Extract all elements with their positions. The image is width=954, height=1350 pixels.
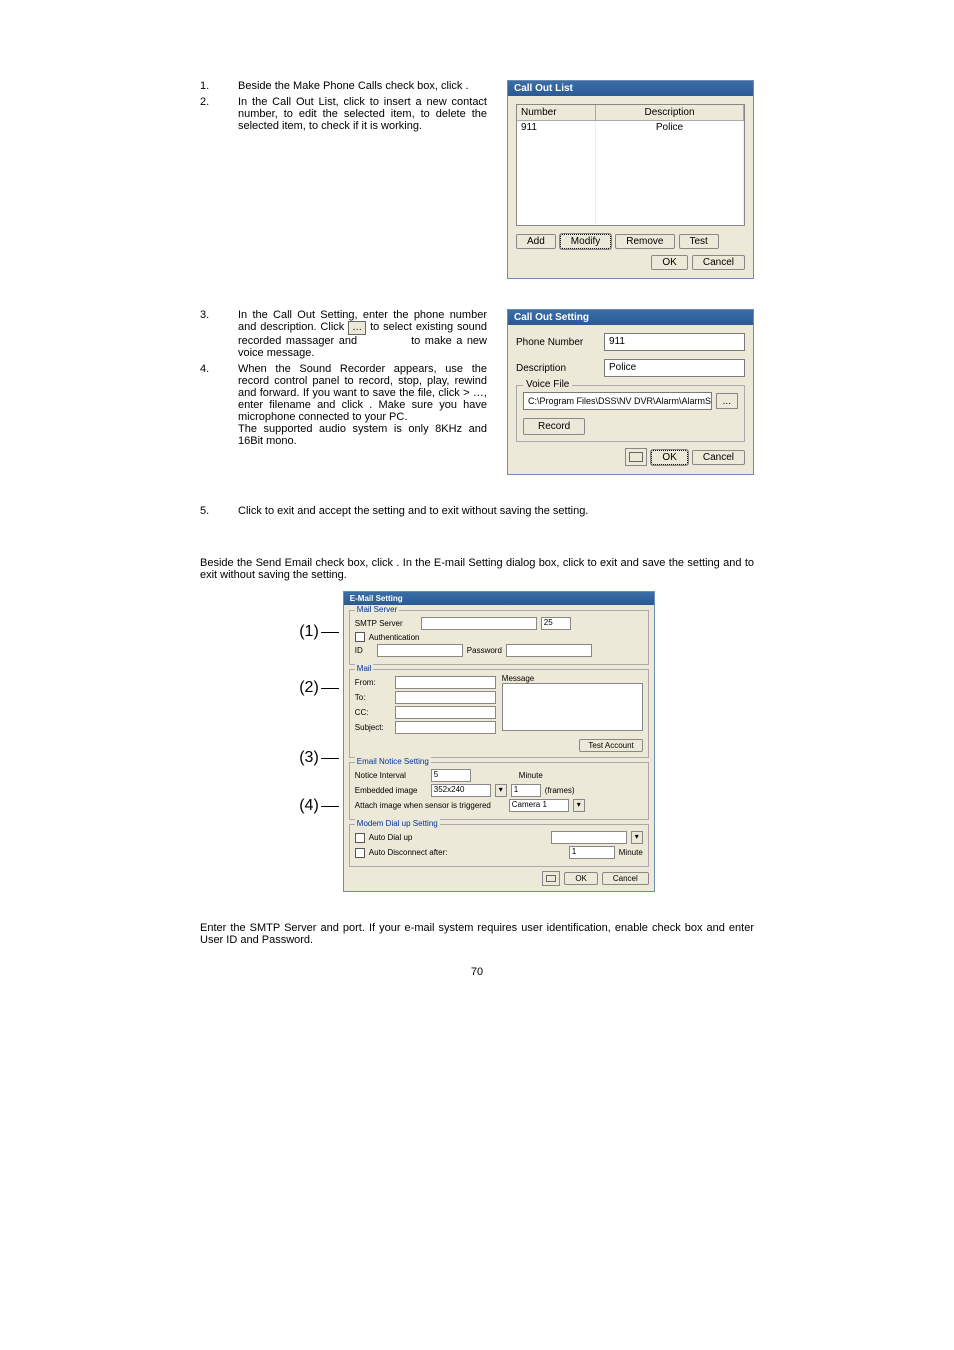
col-number-header: Number: [517, 105, 596, 120]
step-number: 2.: [200, 96, 238, 132]
phone-number-label: Phone Number: [516, 337, 596, 348]
modem-dialup-group: Modem Dial up Setting: [355, 819, 440, 828]
cancel-button[interactable]: Cancel: [692, 450, 745, 465]
from-label: From:: [355, 678, 391, 687]
to-label: To:: [355, 693, 391, 702]
attach-image-label: Attach image when sensor is triggered: [355, 801, 505, 810]
chevron-down-icon[interactable]: ▾: [495, 784, 507, 797]
step-number: 4.: [200, 363, 238, 447]
description-label: Description: [516, 363, 596, 374]
auto-disconnect-label: Auto Disconnect after:: [369, 848, 448, 857]
test-button[interactable]: Test: [679, 234, 719, 249]
callout-1: (1): [299, 623, 319, 641]
email-notice-group: Email Notice Setting: [355, 757, 431, 766]
subject-input[interactable]: [395, 721, 496, 734]
callout-4: (4): [299, 797, 319, 815]
page-number: 70: [200, 966, 754, 978]
disconnect-minute-label: Minute: [619, 848, 643, 857]
col-description-header: Description: [596, 105, 744, 120]
description-input[interactable]: Police: [604, 359, 745, 377]
password-input[interactable]: [506, 644, 592, 657]
dialog-title: Call Out Setting: [508, 310, 753, 325]
step-text: When the Sound Recorder appears, use the…: [238, 363, 487, 447]
chevron-down-icon[interactable]: ▾: [573, 799, 585, 812]
voice-file-group: Voice File: [523, 379, 572, 390]
step-text: In the Call Out List, click to insert a …: [238, 96, 487, 132]
message-input[interactable]: [502, 683, 643, 731]
keyboard-icon[interactable]: [542, 871, 560, 886]
frames-input[interactable]: 1: [511, 784, 541, 797]
auth-checkbox[interactable]: [355, 632, 365, 642]
to-input[interactable]: [395, 691, 496, 704]
modify-button[interactable]: Modify: [560, 234, 611, 249]
chevron-down-icon[interactable]: ▾: [631, 831, 643, 844]
step-text: Click to exit and accept the setting and…: [238, 505, 754, 517]
browse-icon: …: [348, 321, 366, 335]
step-number: 5.: [200, 505, 238, 517]
remove-button[interactable]: Remove: [615, 234, 674, 249]
subject-label: Subject:: [355, 723, 391, 732]
cc-label: CC:: [355, 708, 391, 717]
from-input[interactable]: [395, 676, 496, 689]
email-paragraph: Beside the Send Email check box, click .…: [200, 557, 754, 581]
cancel-button[interactable]: Cancel: [692, 255, 745, 270]
dialup-select[interactable]: [551, 831, 627, 844]
call-out-list-dialog: Call Out List Number Description 911 Pol…: [507, 80, 754, 279]
step-text: In the Call Out Setting, enter the phone…: [238, 309, 487, 359]
phone-number-input[interactable]: 911: [604, 333, 745, 351]
voice-file-path[interactable]: C:\Program Files\DSS\NV DVR\Alarm\AlarmS: [523, 392, 712, 410]
ok-button[interactable]: OK: [651, 450, 687, 465]
auto-dialup-label: Auto Dial up: [369, 833, 413, 842]
notice-interval-input[interactable]: 5: [431, 769, 471, 782]
smtp-label: SMTP Server: [355, 619, 417, 628]
record-button[interactable]: Record: [523, 418, 585, 435]
dialog-title: Call Out List: [508, 81, 753, 96]
smtp-input[interactable]: [421, 617, 537, 630]
browse-button[interactable]: ...: [716, 393, 738, 409]
bottom-paragraph: Enter the SMTP Server and port. If your …: [200, 922, 754, 946]
cancel-button[interactable]: Cancel: [602, 872, 649, 885]
call-out-setting-dialog: Call Out Setting Phone Number 911 Descri…: [507, 309, 754, 475]
cell-number: 911: [517, 121, 596, 134]
callout-2: (2): [299, 679, 319, 697]
disconnect-input[interactable]: 1: [569, 846, 615, 859]
keyboard-icon[interactable]: [625, 448, 647, 466]
camera-select[interactable]: Camera 1: [509, 799, 569, 812]
dialog-title: E-Mail Setting: [344, 592, 654, 605]
step-text: Beside the Make Phone Calls check box, c…: [238, 80, 487, 92]
id-input[interactable]: [377, 644, 463, 657]
step-number: 3.: [200, 309, 238, 359]
embedded-image-label: Embedded image: [355, 786, 427, 795]
embedded-image-select[interactable]: 352x240: [431, 784, 491, 797]
test-account-button[interactable]: Test Account: [579, 739, 642, 752]
email-setting-dialog: E-Mail Setting Mail Server SMTP Server 2…: [343, 591, 655, 892]
cc-input[interactable]: [395, 706, 496, 719]
mail-group: Mail: [355, 664, 374, 673]
mail-server-group: Mail Server: [355, 605, 399, 614]
minute-label: Minute: [519, 771, 543, 780]
ok-button[interactable]: OK: [564, 872, 598, 885]
callout-3: (3): [299, 749, 319, 767]
step-number: 1.: [200, 80, 238, 92]
id-label: ID: [355, 646, 373, 655]
auto-dialup-checkbox[interactable]: [355, 833, 365, 843]
auth-label: Authentication: [369, 633, 420, 642]
add-button[interactable]: Add: [516, 234, 556, 249]
message-label: Message: [502, 674, 643, 683]
auto-disconnect-checkbox[interactable]: [355, 848, 365, 858]
ok-button[interactable]: OK: [651, 255, 687, 270]
cell-description: Police: [596, 121, 744, 134]
port-input[interactable]: 25: [541, 617, 571, 630]
notice-interval-label: Notice Interval: [355, 771, 427, 780]
password-label: Password: [467, 646, 502, 655]
frames-label: (frames): [545, 786, 575, 795]
contact-table[interactable]: Number Description 911 Police: [516, 104, 745, 226]
